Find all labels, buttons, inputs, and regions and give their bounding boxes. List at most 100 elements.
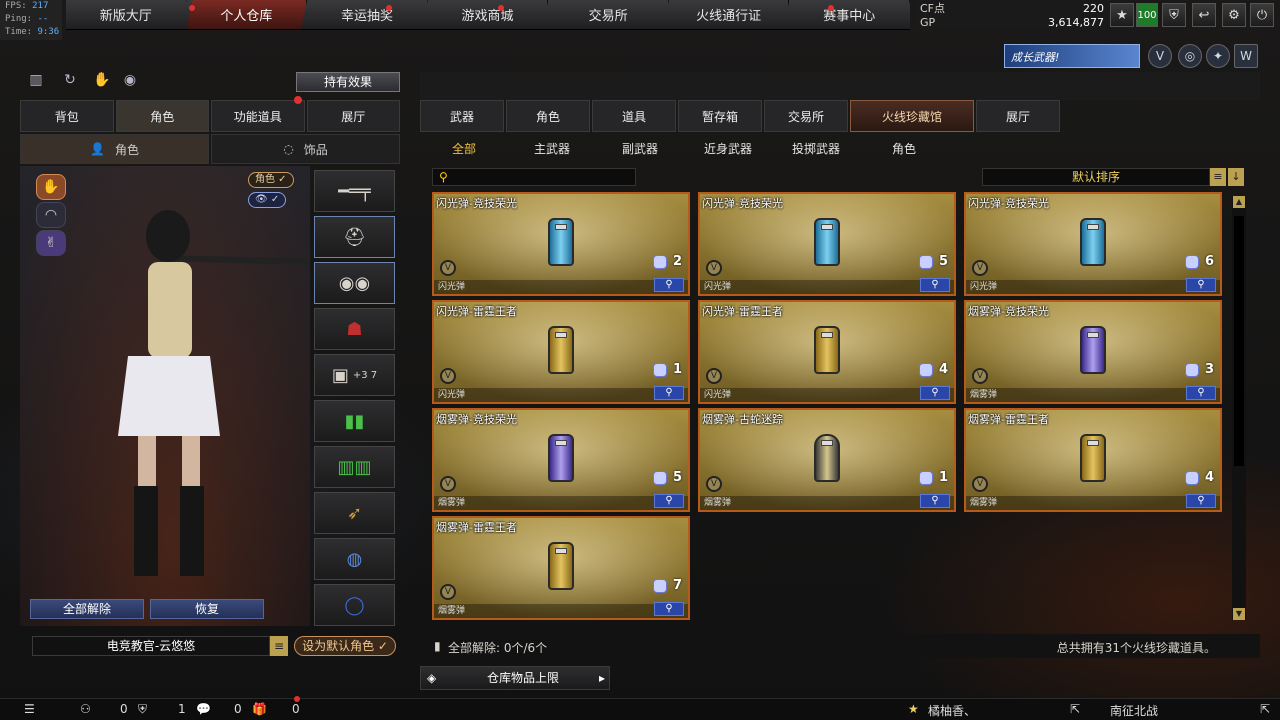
chat-icon[interactable]: 💬 xyxy=(196,702,211,716)
slot-helmet[interactable]: ⛑ xyxy=(314,216,395,258)
teammate-name[interactable]: 橘柚香、 xyxy=(928,702,976,719)
slot-ammo[interactable]: ➶ xyxy=(314,492,395,534)
magnify-button[interactable]: ⚲ xyxy=(654,278,684,292)
magnify-button[interactable]: ⚲ xyxy=(920,494,950,508)
tools-icon[interactable]: ✦ xyxy=(1206,44,1230,68)
gear-icon[interactable]: ⚙ xyxy=(1222,3,1246,27)
expand-icon[interactable]: ⇱ xyxy=(1260,702,1270,716)
search-input[interactable]: ⚲ xyxy=(432,168,636,186)
item-card[interactable]: 闪光弹-雷霆王者 V 1 闪光弹 ⚲ xyxy=(432,300,690,404)
subtab-character[interactable]: 👤 角色 xyxy=(20,134,209,164)
nav-shop[interactable]: 游戏商城 xyxy=(428,0,549,29)
scrollbar[interactable]: ▲ ▼ xyxy=(1232,196,1246,620)
tab-weapons[interactable]: 武器 xyxy=(420,100,504,132)
character-view-icon[interactable]: ✋ xyxy=(36,174,66,200)
scroll-down-icon[interactable]: ▼ xyxy=(1233,608,1245,620)
mouse-icon[interactable]: ◉ xyxy=(120,72,140,92)
subtab-melee[interactable]: 近身武器 xyxy=(684,140,772,157)
subtab-secondary[interactable]: 副武器 xyxy=(596,140,684,157)
menu-icon[interactable]: ☰ xyxy=(24,702,35,716)
pose-icon[interactable]: ✋ xyxy=(92,72,112,92)
magnify-button[interactable]: ⚲ xyxy=(1186,494,1216,508)
mask-view-icon[interactable]: ◠ xyxy=(36,202,66,228)
boot-right xyxy=(180,486,204,576)
tab-props[interactable]: 道具 xyxy=(592,100,676,132)
nav-warehouse[interactable]: 个人仓库 xyxy=(187,0,308,29)
item-card[interactable]: 闪光弹-雷霆王者 V 4 闪光弹 ⚲ xyxy=(698,300,956,404)
storage-limit-button[interactable]: ◈ 仓库物品上限 ▸ xyxy=(420,666,610,690)
friends-icon[interactable]: ⚇ xyxy=(80,702,91,716)
slot-vest[interactable]: ▣ +3 7 xyxy=(314,354,395,396)
unequip-all-button[interactable]: 全部解除 xyxy=(30,599,144,619)
item-card[interactable]: 烟雾弹-古蛇迷踪 V 1 烟雾弹 ⚲ xyxy=(698,408,956,512)
magnify-button[interactable]: ⚲ xyxy=(654,602,684,616)
subtab-accessory[interactable]: ◌ 饰品 xyxy=(211,134,400,164)
restore-button[interactable]: 恢复 xyxy=(150,599,264,619)
tab-character[interactable]: 角色 xyxy=(115,100,209,132)
tab-showroom[interactable]: 展厅 xyxy=(306,100,400,132)
magnify-button[interactable]: ⚲ xyxy=(1186,386,1216,400)
magnify-button[interactable]: ⚲ xyxy=(654,494,684,508)
clan-icon[interactable]: ⛨ xyxy=(138,702,147,717)
nav-exchange[interactable]: 交易所 xyxy=(548,0,669,29)
magnify-button[interactable]: ⚲ xyxy=(920,278,950,292)
magnify-button[interactable]: ⚲ xyxy=(1186,278,1216,292)
nav-battlepass[interactable]: 火线通行证 xyxy=(669,0,790,29)
tab-backpack[interactable]: 背包 xyxy=(20,100,114,132)
item-card[interactable]: 烟雾弹-竞技荣光 V 3 烟雾弹 ⚲ xyxy=(964,300,1222,404)
magnify-button[interactable]: ⚲ xyxy=(654,386,684,400)
badge-icon[interactable]: V xyxy=(1148,44,1172,68)
character-name: 电竞教官-云悠悠 xyxy=(32,636,270,656)
w-logo-icon[interactable]: W xyxy=(1234,44,1258,68)
rank-icon[interactable]: ★ xyxy=(1110,3,1134,27)
subtab-role[interactable]: 角色 xyxy=(860,140,948,157)
tab-trade[interactable]: 交易所 xyxy=(764,100,848,132)
shield-icon[interactable]: ⛨ xyxy=(1162,3,1186,27)
view-pill[interactable]: 👁 ✓ xyxy=(248,192,287,208)
owned-effects-button[interactable]: 持有效果 xyxy=(296,72,400,92)
scroll-thumb[interactable] xyxy=(1234,216,1244,466)
subtab-all[interactable]: 全部 xyxy=(420,140,508,157)
slot-belt[interactable]: ▥▥ xyxy=(314,446,395,488)
item-card[interactable]: 闪光弹-竞技荣光 V 2 闪光弹 ⚲ xyxy=(432,192,690,296)
tab-storage[interactable]: 暂存箱 xyxy=(678,100,762,132)
growth-weapon-banner[interactable]: 成长武器! xyxy=(1004,44,1140,68)
nav-events[interactable]: 赛事中心 xyxy=(789,0,910,29)
scroll-up-icon[interactable]: ▲ xyxy=(1233,196,1245,208)
gift-icon[interactable]: 🎁 xyxy=(252,702,267,716)
slot-grenade[interactable]: ▮▮ xyxy=(314,400,395,442)
list-icon[interactable]: ≡ xyxy=(270,636,288,656)
subtab-throwing[interactable]: 投掷武器 xyxy=(772,140,860,157)
subtab-primary[interactable]: 主武器 xyxy=(508,140,596,157)
slot-primary[interactable]: ━═╤ xyxy=(314,170,395,212)
tab-items[interactable]: 功能道具 xyxy=(211,100,305,132)
sort-down-icon[interactable]: ↓ xyxy=(1228,168,1244,186)
item-card[interactable]: 闪光弹-竞技荣光 V 6 闪光弹 ⚲ xyxy=(964,192,1222,296)
expand-icon[interactable]: ⇱ xyxy=(1070,702,1080,716)
nav-lobby[interactable]: 新版大厅 xyxy=(66,0,187,29)
slot-mask[interactable]: ☗ xyxy=(314,308,395,350)
rotate-icon[interactable]: ↻ xyxy=(60,72,80,92)
slot-bracelet[interactable]: ◯ xyxy=(314,584,395,626)
item-card[interactable]: 烟雾弹-雷霆王者 V 7 烟雾弹 ⚲ xyxy=(432,516,690,620)
item-card[interactable]: 烟雾弹-雷霆王者 V 4 烟雾弹 ⚲ xyxy=(964,408,1222,512)
list-view-icon[interactable]: ≡ xyxy=(1210,168,1226,186)
item-card[interactable]: 闪光弹-竞技荣光 V 5 闪光弹 ⚲ xyxy=(698,192,956,296)
emote-view-icon[interactable]: ✌ xyxy=(36,230,66,256)
tab-roles[interactable]: 角色 xyxy=(506,100,590,132)
stats-icon[interactable]: ▥ xyxy=(26,72,46,92)
slot-goggles[interactable]: ◉◉ xyxy=(314,262,395,304)
globe-icon[interactable]: ◎ xyxy=(1178,44,1202,68)
tab-hall[interactable]: 展厅 xyxy=(976,100,1060,132)
nav-lottery[interactable]: 幸运抽奖 xyxy=(307,0,428,29)
slot-ring[interactable]: ◍ xyxy=(314,538,395,580)
server-name[interactable]: 南征北战 xyxy=(1110,702,1158,719)
tab-collection[interactable]: 火线珍藏馆 xyxy=(850,100,974,132)
power-icon[interactable]: ⏻ xyxy=(1250,3,1274,27)
return-icon[interactable]: ↩ xyxy=(1192,3,1216,27)
item-card[interactable]: 烟雾弹-竞技荣光 V 5 烟雾弹 ⚲ xyxy=(432,408,690,512)
magnify-button[interactable]: ⚲ xyxy=(920,386,950,400)
role-pill[interactable]: 角色 ✓ xyxy=(248,172,294,188)
sort-dropdown[interactable]: 默认排序 xyxy=(982,168,1210,186)
set-default-character-button[interactable]: 设为默认角色 ✓ xyxy=(294,636,396,656)
